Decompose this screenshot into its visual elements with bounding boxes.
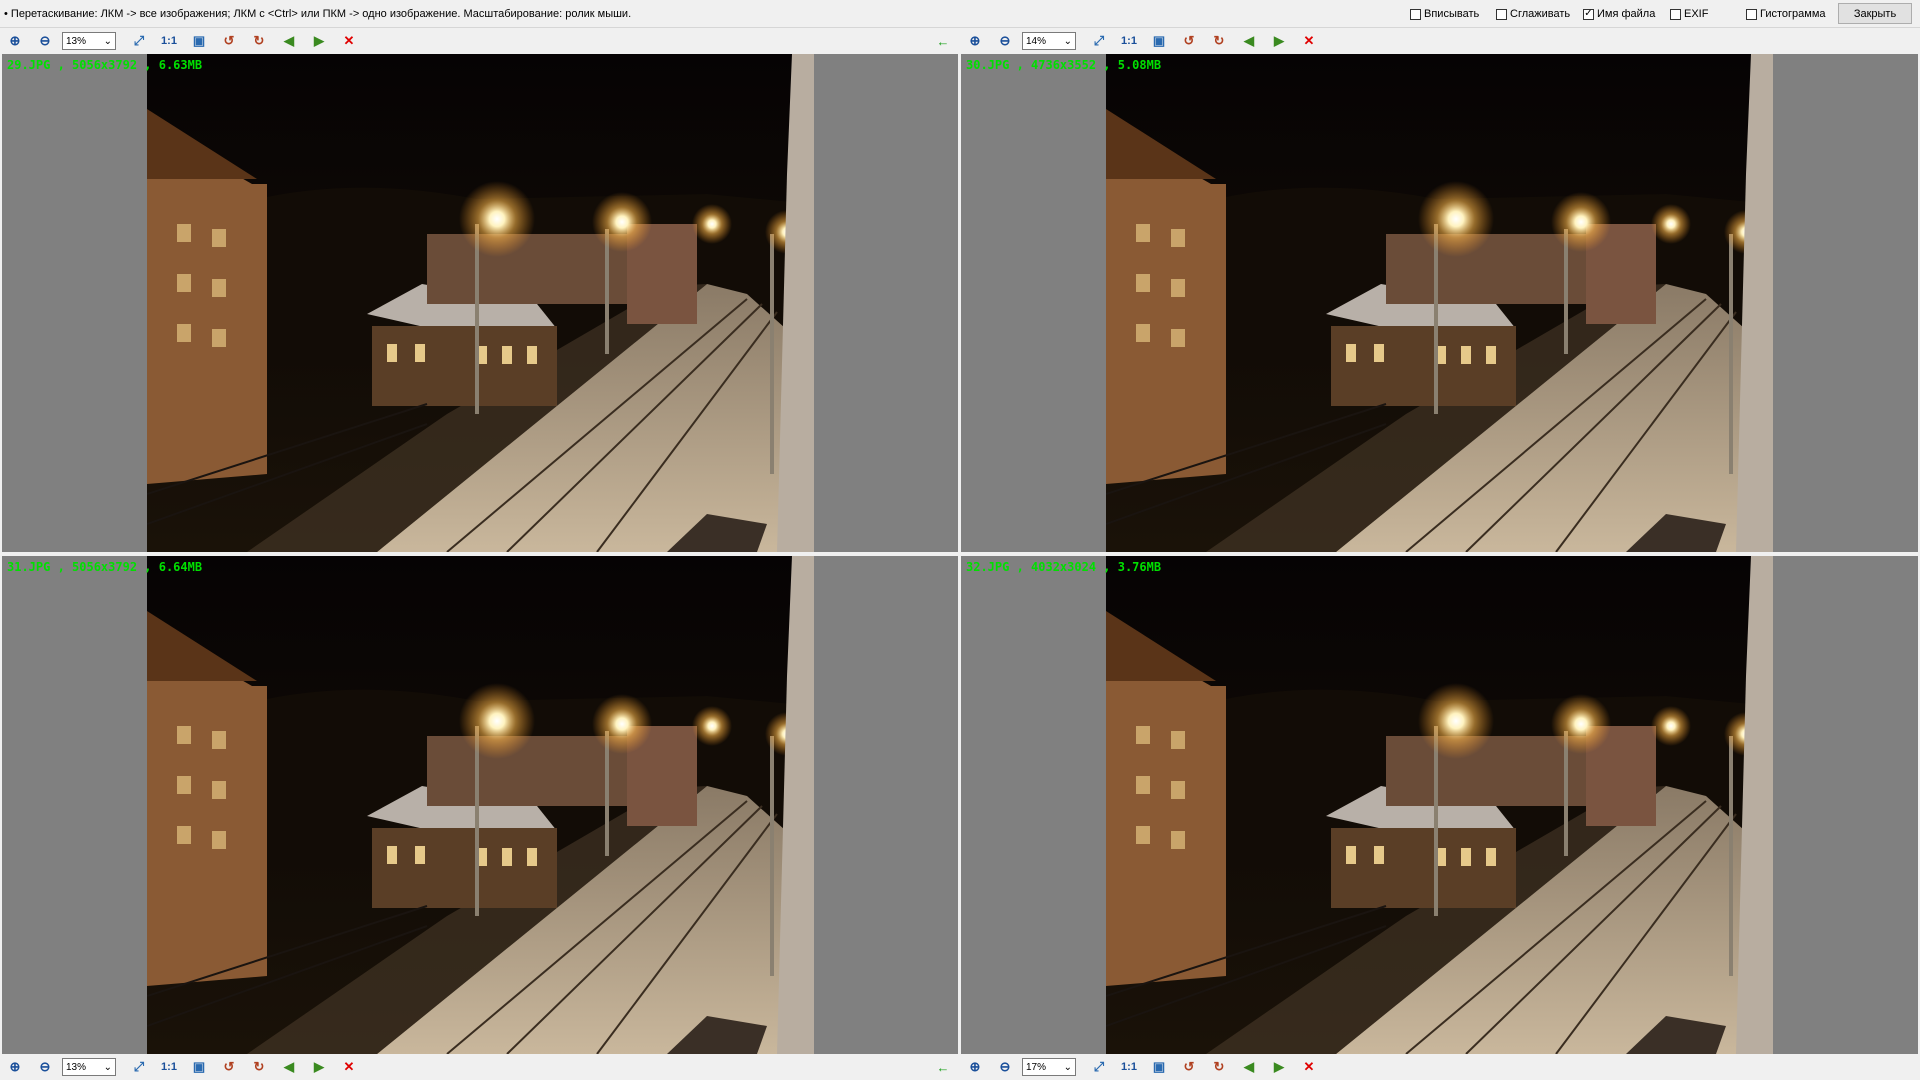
back-arrow-icon[interactable]: ← — [934, 32, 952, 50]
zoom-in-icon[interactable]: ⊕ — [6, 1058, 24, 1076]
zoom-out-icon[interactable]: ⊖ — [996, 32, 1014, 50]
zoom-value: 14% — [1026, 35, 1047, 47]
zoom-select[interactable]: 13% ⌄ — [62, 1058, 116, 1076]
image-filename-label: 32.JPG , 4032x3024 , 3.76MB — [966, 560, 1162, 574]
rotate-left-icon[interactable]: ↺ — [220, 1058, 238, 1076]
zoom-in-icon[interactable]: ⊕ — [6, 32, 24, 50]
option-histogram[interactable]: Гистограмма — [1746, 8, 1826, 20]
full-size-icon[interactable]: ▣ — [1150, 1058, 1168, 1076]
image-pane-4[interactable]: 32.JPG , 4032x3024 , 3.76MB — [961, 556, 1918, 1054]
toolbar-top-right: ⊕ ⊖ 14% ⌄ ⤢ 1:1 ▣ ↺ ↻ ◀ ▶ ✕ — [960, 28, 1918, 54]
prev-image-icon[interactable]: ◀ — [280, 32, 298, 50]
toolbar-bottom-right: ⊕ ⊖ 17% ⌄ ⤢ 1:1 ▣ ↺ ↻ ◀ ▶ ✕ — [960, 1054, 1918, 1080]
zoom-out-icon[interactable]: ⊖ — [36, 1058, 54, 1076]
fit-icon[interactable]: ⤢ — [130, 1058, 148, 1076]
back-arrow-icon[interactable]: ← — [934, 1058, 952, 1076]
image-pane-1[interactable]: 29.JPG , 5056x3792 , 6.63MB — [2, 54, 958, 552]
prev-image-icon[interactable]: ◀ — [280, 1058, 298, 1076]
usage-hint: • Перетаскивание: ЛКМ -> все изображения… — [4, 8, 632, 20]
close-button[interactable]: Закрыть — [1838, 3, 1912, 24]
top-bar: • Перетаскивание: ЛКМ -> все изображения… — [0, 0, 1920, 28]
zoom-select[interactable]: 17% ⌄ — [1022, 1058, 1076, 1076]
rotate-right-icon[interactable]: ↻ — [250, 1058, 268, 1076]
full-size-icon[interactable]: ▣ — [190, 1058, 208, 1076]
histogram-label: Гистограмма — [1760, 8, 1826, 20]
rotate-left-icon[interactable]: ↺ — [220, 32, 238, 50]
option-fit[interactable]: Вписывать — [1410, 8, 1479, 20]
zoom-value: 13% — [66, 35, 87, 47]
fit-label: Вписывать — [1424, 8, 1480, 20]
prev-image-icon[interactable]: ◀ — [1240, 1058, 1258, 1076]
one-to-one-button[interactable]: 1:1 — [1118, 1058, 1140, 1076]
zoom-select[interactable]: 13% ⌄ — [62, 32, 116, 50]
chevron-down-icon: ⌄ — [1063, 1061, 1072, 1073]
exif-checkbox[interactable] — [1670, 8, 1681, 20]
option-exif[interactable]: EXIF — [1670, 8, 1708, 20]
fit-checkbox[interactable] — [1410, 8, 1421, 20]
zoom-value: 13% — [66, 1061, 87, 1073]
option-filename[interactable]: ✓ Имя файла — [1583, 8, 1655, 20]
toolbar-bottom-left: ⊕ ⊖ 13% ⌄ ⤢ 1:1 ▣ ↺ ↻ ◀ ▶ ✕ ← — [0, 1054, 958, 1080]
next-image-icon[interactable]: ▶ — [310, 32, 328, 50]
chevron-down-icon: ⌄ — [103, 1061, 112, 1073]
chevron-down-icon: ⌄ — [1063, 35, 1072, 47]
rotate-right-icon[interactable]: ↻ — [1210, 32, 1228, 50]
night-street-photo[interactable] — [1106, 556, 1773, 1054]
fit-icon[interactable]: ⤢ — [130, 32, 148, 50]
zoom-value: 17% — [1026, 1061, 1047, 1073]
rotate-right-icon[interactable]: ↻ — [1210, 1058, 1228, 1076]
close-image-icon[interactable]: ✕ — [340, 32, 358, 50]
prev-image-icon[interactable]: ◀ — [1240, 32, 1258, 50]
toolbar-top-left: ⊕ ⊖ 13% ⌄ ⤢ 1:1 ▣ ↺ ↻ ◀ ▶ ✕ ← — [0, 28, 958, 54]
image-pane-3[interactable]: 31.JPG , 5056x3792 , 6.64MB — [2, 556, 958, 1054]
next-image-icon[interactable]: ▶ — [1270, 32, 1288, 50]
zoom-in-icon[interactable]: ⊕ — [966, 32, 984, 50]
rotate-left-icon[interactable]: ↺ — [1180, 32, 1198, 50]
image-filename-label: 31.JPG , 5056x3792 , 6.64MB — [7, 560, 203, 574]
chevron-down-icon: ⌄ — [103, 35, 112, 47]
one-to-one-button[interactable]: 1:1 — [158, 1058, 180, 1076]
rotate-left-icon[interactable]: ↺ — [1180, 1058, 1198, 1076]
close-image-icon[interactable]: ✕ — [340, 1058, 358, 1076]
close-image-icon[interactable]: ✕ — [1300, 32, 1318, 50]
filename-checkbox[interactable]: ✓ — [1583, 8, 1594, 20]
zoom-out-icon[interactable]: ⊖ — [996, 1058, 1014, 1076]
zoom-select[interactable]: 14% ⌄ — [1022, 32, 1076, 50]
night-street-photo[interactable] — [147, 54, 814, 552]
smooth-label: Сглаживать — [1510, 8, 1571, 20]
full-size-icon[interactable]: ▣ — [190, 32, 208, 50]
next-image-icon[interactable]: ▶ — [1270, 1058, 1288, 1076]
histogram-checkbox[interactable] — [1746, 8, 1757, 20]
rotate-right-icon[interactable]: ↻ — [250, 32, 268, 50]
fit-icon[interactable]: ⤢ — [1090, 32, 1108, 50]
zoom-out-icon[interactable]: ⊖ — [36, 32, 54, 50]
zoom-in-icon[interactable]: ⊕ — [966, 1058, 984, 1076]
image-pane-2[interactable]: 30.JPG , 4736x3552 , 5.08MB — [961, 54, 1918, 552]
night-street-photo[interactable] — [1106, 54, 1773, 552]
image-filename-label: 30.JPG , 4736x3552 , 5.08MB — [966, 58, 1162, 72]
image-filename-label: 29.JPG , 5056x3792 , 6.63MB — [7, 58, 203, 72]
one-to-one-button[interactable]: 1:1 — [158, 32, 180, 50]
night-street-photo[interactable] — [147, 556, 814, 1054]
filename-label: Имя файла — [1597, 8, 1656, 20]
smooth-checkbox[interactable] — [1496, 8, 1507, 20]
one-to-one-button[interactable]: 1:1 — [1118, 32, 1140, 50]
close-image-icon[interactable]: ✕ — [1300, 1058, 1318, 1076]
full-size-icon[interactable]: ▣ — [1150, 32, 1168, 50]
exif-label: EXIF — [1684, 8, 1709, 20]
next-image-icon[interactable]: ▶ — [310, 1058, 328, 1076]
option-smooth[interactable]: Сглаживать — [1496, 8, 1570, 20]
fit-icon[interactable]: ⤢ — [1090, 1058, 1108, 1076]
